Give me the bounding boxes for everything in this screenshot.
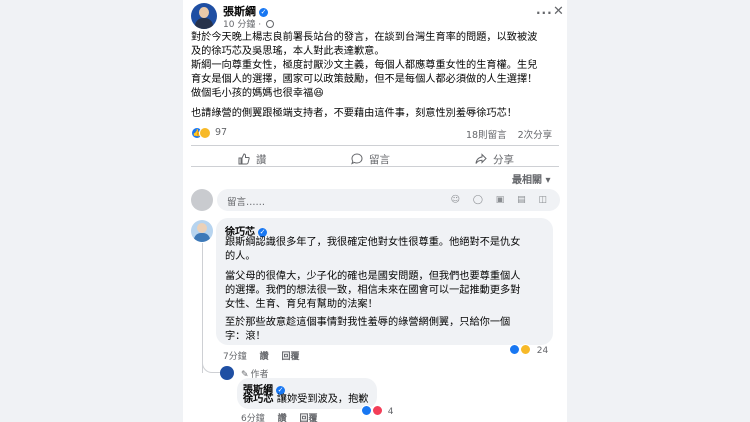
comment-text-line: 的人。 [225,251,256,262]
commenter-avatar[interactable] [191,220,213,242]
comments-count[interactable]: 18則留言 [466,130,507,141]
avatar-face [197,223,207,233]
comment-meta: 7分鐘 讚 回覆 [223,349,310,362]
like-reaction-icon [509,344,520,355]
thread-line [202,243,203,373]
comment-input[interactable]: 留言…… ☺ ◯ ▣ ▤ ◫ [217,189,560,211]
reply-like-button[interactable]: 讚 [278,414,287,422]
share-button[interactable]: 分享 [475,152,514,167]
author-avatar[interactable] [191,3,217,29]
more-options-button[interactable]: ··· [536,6,553,20]
love-reaction-icon [371,405,383,416]
post-text-line: 斯綱一向尊重女性，極度討厭沙文主義，每個人都應尊重女性的生育權。生兒 [191,60,538,71]
reply-author-avatar[interactable] [220,366,234,380]
comment-input-icons[interactable]: ☺ ◯ ▣ ▤ ◫ [451,195,552,205]
comment-button[interactable]: 留言 [351,152,390,167]
comment-text-line: 女性、生育、育兒有幫助的法案！ [225,299,378,310]
share-label: 分享 [493,154,514,166]
post-meta: 10 分鐘 · [223,17,274,30]
reply-reply-button[interactable]: 回覆 [300,414,318,422]
comment-input-placeholder: 留言…… [227,197,266,208]
post-text-line: 也請綠營的側翼跟極端支持者，不要藉由這件事，刻意性別羞辱徐巧芯！ [191,108,517,119]
post-stats: 18則留言 2次分享 [466,127,552,141]
divider [191,166,559,167]
reply-text-rest: 讓妳受到波及，抱歉 [273,394,369,405]
shares-count[interactable]: 2次分享 [518,130,553,141]
comment-text-line: 至於那些故意趁這個事情對我性羞辱的綠營網側翼，只給你一個 [225,317,511,328]
globe-icon [265,20,274,28]
avatar-face [199,7,209,18]
comment-text-line: 的選擇。我們的想法很一致，相信未來在國會可以一起推動更多對 [225,285,521,296]
comment-text-line: 字：滾！ [225,331,266,342]
reply-time[interactable]: 6分鐘 [241,414,265,422]
close-icon[interactable]: ✕ [553,4,564,19]
comment-label: 留言 [369,154,390,166]
like-button[interactable]: 讚 [238,152,267,167]
post-text-line: 育女是個人的選擇，國家可以政策鼓勵，但不是每個人都必須做的人生選擇！ [191,74,538,85]
current-user-avatar [191,189,213,211]
avatar-body [194,233,210,242]
comment-text-line: 當父母的很偉大，少子化的確也是國安問題，但我們也要尊重個人 [225,271,521,282]
post-text-line: 及的徐巧芯及吳思瑤，本人對此表達歉意。 [191,46,385,57]
thumbs-up-icon [238,153,250,165]
verified-badge-icon: ✓ [259,8,268,17]
reaction-icons[interactable]: 👍 [191,127,213,139]
haha-reaction-icon [199,127,211,139]
post-text-line: 做個毛小孩的媽媽也很幸福😆 [191,88,324,99]
avatar-body [195,18,213,29]
reply-reactions[interactable]: 4 [361,405,393,417]
haha-reaction-icon [519,344,531,355]
like-reaction-icon [361,405,372,416]
divider [191,145,559,146]
mention-link[interactable]: 徐巧芯 [243,394,274,405]
comment-reaction-count: 24 [536,346,549,356]
comment-like-button[interactable]: 讚 [260,352,269,362]
reply-reaction-count: 4 [387,407,394,417]
post-time[interactable]: 10 分鐘 [223,20,255,30]
comment-bubble-icon [351,153,363,165]
like-label: 讚 [256,154,267,166]
reply-text: 徐巧芯 讓妳受到波及，抱歉 [243,393,369,407]
comment-reactions[interactable]: 24 [509,344,548,356]
comment-time[interactable]: 7分鐘 [223,352,247,362]
comment-text-line: 跟斯綱認識很多年了，我很確定他對女性很尊重。他絕對不是仇女 [225,237,521,248]
comment-reply-button[interactable]: 回覆 [282,352,300,362]
post-text-line: 對於今天晚上楊志良前署長站台的發言，在談到台灣生育率的問題，以致被波 [191,32,538,43]
post-card: 張斯綱 ✓ 10 分鐘 · ··· ✕ 對於今天晚上楊志良前署長站台的發言，在談到… [183,0,567,422]
thread-curve [202,355,220,373]
comment-sort-dropdown[interactable]: 最相關 ▾ [512,171,551,186]
reply-meta: 6分鐘 讚 回覆 [241,411,328,422]
share-arrow-icon [475,153,487,164]
reaction-count[interactable]: 97 [215,127,227,138]
